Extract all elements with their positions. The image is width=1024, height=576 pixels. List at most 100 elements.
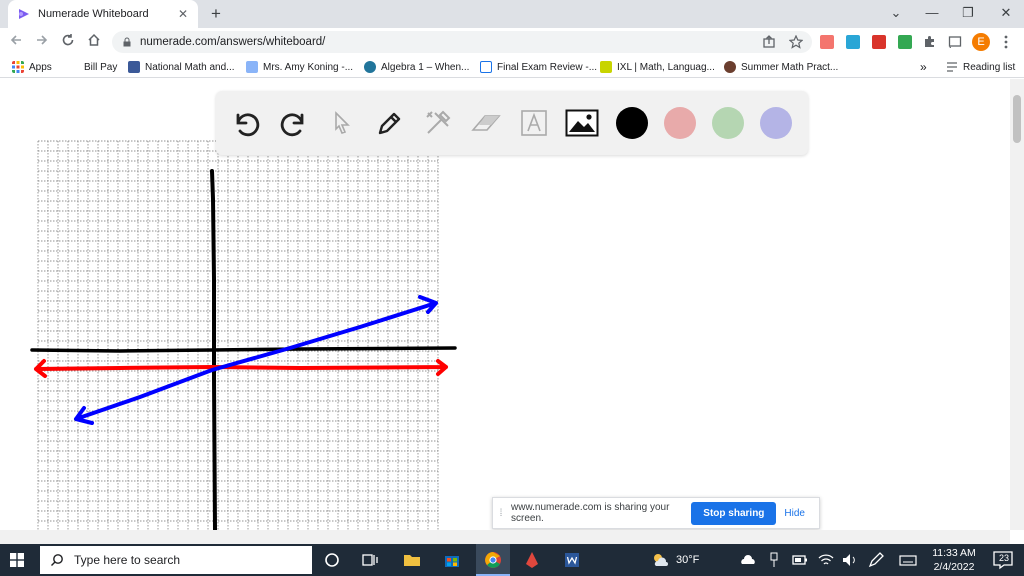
x-axis-stroke: [30, 346, 457, 353]
whiteboard-canvas[interactable]: ⁞ www.numerade.com is sharing your scree…: [0, 79, 1010, 530]
reload-button[interactable]: [58, 32, 78, 52]
pen-icon: [378, 112, 401, 135]
pen-tool-button[interactable]: [372, 105, 408, 141]
weather-temp[interactable]: 30°F: [676, 544, 699, 576]
horizontal-scrollbar[interactable]: [0, 530, 1010, 544]
undo-button[interactable]: [228, 105, 264, 141]
text-icon: [521, 110, 547, 136]
close-window-button[interactable]: ✕: [988, 0, 1024, 28]
search-icon: [51, 554, 63, 566]
keyboard-icon[interactable]: [898, 550, 918, 570]
windows-taskbar: Type here to search 30°F 11:33 AM 2/4/20…: [0, 544, 1024, 576]
cortana-icon[interactable]: [322, 550, 342, 570]
bookmark-bill-pay[interactable]: Bill Pay: [84, 56, 117, 78]
reload-icon: [62, 34, 74, 46]
app-icon-red[interactable]: [522, 550, 542, 570]
battery-icon[interactable]: [790, 550, 810, 570]
extensions-puzzle-icon[interactable]: [922, 34, 938, 50]
home-button[interactable]: [84, 32, 104, 52]
url-text: numerade.com/answers/whiteboard/: [140, 36, 326, 48]
taskbar-chrome-active[interactable]: [476, 544, 510, 576]
bookmark-algebra-1[interactable]: Algebra 1 – When...: [364, 56, 469, 78]
minimize-button[interactable]: —: [914, 0, 950, 28]
forward-arrow-icon: [37, 35, 48, 45]
usb-icon[interactable]: [764, 550, 784, 570]
cast-icon[interactable]: [948, 35, 962, 49]
bookmark-apps[interactable]: Apps: [12, 56, 52, 78]
bookmark-favicon-icon: [128, 61, 140, 73]
redo-button[interactable]: [276, 105, 312, 141]
wordpress-icon: [364, 61, 376, 73]
scrollbar-thumb[interactable]: [1013, 95, 1021, 143]
bookmark-ixl[interactable]: IXL | Math, Languag...: [600, 56, 715, 78]
drag-grip-icon[interactable]: ⁞: [493, 508, 509, 519]
blue-line-stroke: [74, 295, 438, 425]
profile-avatar[interactable]: E: [972, 33, 990, 51]
address-bar[interactable]: numerade.com/answers/whiteboard/: [112, 31, 812, 53]
extension-green-icon[interactable]: [898, 35, 912, 49]
tab-close-icon[interactable]: ✕: [178, 7, 188, 21]
bookmark-favicon-icon: [246, 61, 258, 73]
pen-ink-icon[interactable]: [866, 550, 886, 570]
hide-button[interactable]: Hide: [784, 508, 805, 519]
clock-date: 2/4/2022: [933, 561, 975, 573]
color-swatch-green[interactable]: [712, 107, 744, 139]
extension-pdf-icon[interactable]: [872, 35, 886, 49]
image-tool-button[interactable]: [564, 105, 600, 141]
bookmark-national-math[interactable]: National Math and...: [128, 56, 235, 78]
bookmark-final-exam-review[interactable]: Final Exam Review -...: [480, 56, 597, 78]
bookmark-label: Summer Math Pract...: [741, 61, 839, 73]
select-tool-button[interactable]: [324, 105, 360, 141]
color-swatch-black[interactable]: [616, 107, 648, 139]
extension-red-icon[interactable]: [820, 35, 834, 49]
hammer-wrench-icon: [426, 110, 451, 134]
notification-count: 23: [999, 553, 1010, 563]
share-icon[interactable]: [762, 35, 776, 49]
lock-icon: [123, 37, 131, 47]
vertical-scrollbar[interactable]: [1010, 79, 1024, 530]
bookmarks-more-button[interactable]: »: [920, 56, 927, 78]
windows-start-icon[interactable]: [10, 553, 24, 567]
wifi-icon[interactable]: [816, 550, 836, 570]
bookmark-favicon-icon: [724, 61, 736, 73]
volume-icon[interactable]: [840, 550, 860, 570]
tab-search-icon[interactable]: ⌄: [878, 0, 914, 28]
onedrive-icon[interactable]: [738, 550, 758, 570]
tab-strip: Numerade Whiteboard ✕ + ⌄ — ❐ ✕: [0, 0, 1024, 28]
clock[interactable]: 11:33 AM 2/4/2022: [928, 544, 980, 576]
bookmark-favicon-icon: [480, 61, 492, 73]
bookmark-label: IXL | Math, Languag...: [617, 61, 715, 73]
apps-grid-icon: [12, 61, 24, 73]
reading-list-button[interactable]: Reading list: [946, 56, 1015, 78]
text-tool-button[interactable]: [516, 105, 552, 141]
color-swatch-blue[interactable]: [760, 107, 792, 139]
screen-share-bar: ⁞ www.numerade.com is sharing your scree…: [492, 497, 820, 529]
notifications-button[interactable]: 23: [992, 550, 1014, 570]
weather-icon[interactable]: [650, 550, 670, 570]
word-icon[interactable]: [562, 550, 582, 570]
task-view-icon[interactable]: [360, 550, 380, 570]
file-explorer-icon[interactable]: [402, 550, 422, 570]
image-icon: [565, 109, 599, 137]
back-button[interactable]: [6, 32, 26, 52]
bookmark-summer-math[interactable]: Summer Math Pract...: [724, 56, 838, 78]
more-menu-icon[interactable]: [1000, 34, 1012, 50]
search-placeholder: Type here to search: [74, 553, 181, 567]
eraser-tool-button[interactable]: [468, 105, 504, 141]
bookmark-mrs-koning[interactable]: Mrs. Amy Koning -...: [246, 56, 353, 78]
forward-button[interactable]: [32, 32, 52, 52]
tab-numerade-whiteboard[interactable]: Numerade Whiteboard ✕: [8, 0, 198, 28]
stop-sharing-button[interactable]: Stop sharing: [691, 501, 777, 525]
bookmark-label: Bill Pay: [84, 61, 118, 73]
extension-camera-icon[interactable]: [846, 35, 860, 49]
microsoft-store-icon[interactable]: [442, 550, 462, 570]
taskbar-search-box[interactable]: Type here to search: [40, 546, 312, 574]
tools-button[interactable]: [420, 105, 456, 141]
tab-title: Numerade Whiteboard: [38, 8, 149, 20]
bookmark-apps-label: Apps: [29, 61, 52, 73]
new-tab-button[interactable]: +: [206, 4, 226, 24]
bookmark-star-icon[interactable]: [789, 35, 803, 49]
restore-button[interactable]: ❐: [950, 0, 986, 28]
bookmark-label: Mrs. Amy Koning -...: [263, 61, 354, 73]
color-swatch-red[interactable]: [664, 107, 696, 139]
